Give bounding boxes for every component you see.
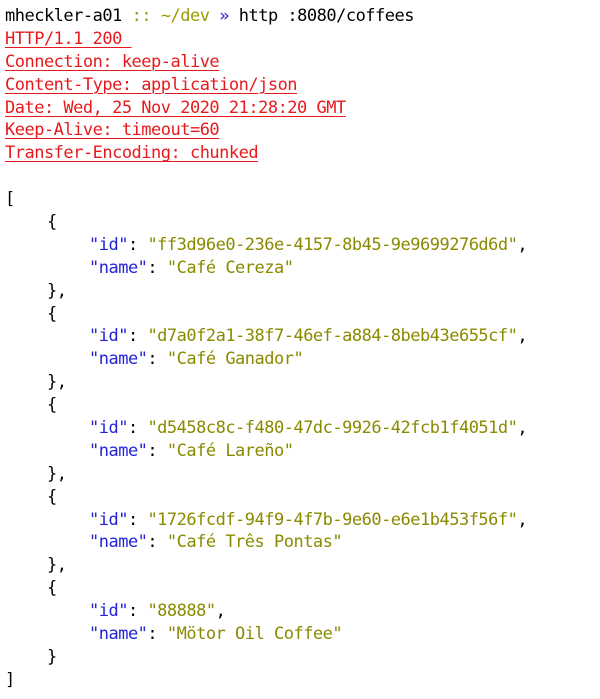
- prompt-line: mheckler-a01 :: ~/dev » http :8080/coffe…: [5, 5, 600, 28]
- json-key-name: "name": [89, 257, 148, 278]
- json-comma: ,: [215, 601, 226, 622]
- json-object-open: {: [47, 212, 57, 233]
- prompt-separator: ::: [131, 6, 152, 26]
- list-item-name-line: "name": "Café Ganador": [5, 348, 600, 371]
- json-key-id: "id": [89, 601, 128, 622]
- json-key-id: "id": [89, 326, 128, 347]
- response-header-transfer-encoding: Transfer-Encoding: chunked: [5, 143, 259, 164]
- coffee-id-value: "ff3d96e0-236e-4157-8b45-9e9699276d6d": [147, 234, 518, 255]
- json-colon: :: [147, 349, 167, 370]
- coffee-id-value: "d7a0f2a1-38f7-46ef-a884-8beb43e655cf": [147, 326, 518, 347]
- coffee-name-value: "Café Ganador": [166, 349, 304, 370]
- json-colon: :: [127, 509, 148, 530]
- coffee-name-value: "Mötor Oil Coffee": [166, 624, 343, 645]
- response-header-date: Date: Wed, 25 Nov 2020 21:28:20 GMT: [5, 97, 346, 118]
- list-item-id-line: "id": "ff3d96e0-236e-4157-8b45-9e9699276…: [5, 234, 600, 257]
- json-key-name: "name": [89, 532, 148, 553]
- list-item-id-line: "id": "d5458c8c-f480-47dc-9926-42fcb1f40…: [5, 417, 600, 440]
- list-item-name-line: "name": "Mötor Oil Coffee": [5, 623, 600, 646]
- json-colon: :: [147, 532, 167, 553]
- coffee-name-value: "Café Três Pontas": [166, 532, 343, 553]
- json-key-id: "id": [89, 509, 128, 530]
- coffee-name-value: "Café Lareño": [166, 440, 294, 461]
- response-header-connection: Connection: keep-alive: [5, 51, 220, 72]
- json-object-open: {: [47, 303, 57, 324]
- coffee-id-value: "1726fcdf-94f9-4f7b-9e60-e6e1b453f56f": [147, 509, 518, 530]
- json-object-close: },: [47, 372, 67, 393]
- prompt-cwd: ~/dev: [160, 6, 210, 26]
- coffee-list: {"id": "ff3d96e0-236e-4157-8b45-9e969927…: [5, 211, 600, 669]
- list-item-name-line: "name": "Café Lareño": [5, 440, 600, 463]
- json-object-close: },: [47, 463, 67, 484]
- list-item-id-line: "id": "88888",: [5, 600, 600, 623]
- json-colon: :: [127, 234, 148, 255]
- prompt-host: mheckler-a01: [5, 6, 122, 26]
- response-status-line: HTTP/1.1 200: [5, 28, 132, 49]
- json-object-open: {: [47, 578, 57, 599]
- json-array-open: [: [5, 189, 15, 210]
- response-header-keep-alive: Keep-Alive: timeout=60: [5, 120, 220, 141]
- json-object-open: {: [47, 395, 57, 416]
- json-object-close: }: [47, 646, 57, 667]
- json-object-close: },: [47, 280, 67, 301]
- prompt-command: http :8080/coffees: [238, 6, 415, 26]
- json-key-id: "id": [89, 418, 128, 439]
- response-header-content-type: Content-Type: application/json: [5, 74, 298, 95]
- json-comma: ,: [517, 234, 528, 255]
- list-item-id-line: "id": "1726fcdf-94f9-4f7b-9e60-e6e1b453f…: [5, 509, 600, 532]
- prompt-arrow-icon: »: [219, 6, 229, 26]
- json-colon: :: [127, 326, 148, 347]
- json-comma: ,: [517, 418, 528, 439]
- json-colon: :: [127, 418, 148, 439]
- json-object-open: {: [47, 486, 57, 507]
- coffee-name-value: "Café Cereza": [166, 257, 294, 278]
- json-colon: :: [147, 624, 167, 645]
- json-colon: :: [147, 257, 167, 278]
- json-object-close: },: [47, 555, 67, 576]
- json-key-name: "name": [89, 624, 148, 645]
- json-colon: :: [127, 601, 148, 622]
- json-array-close: ]: [5, 669, 15, 690]
- list-item-name-line: "name": "Café Três Pontas": [5, 531, 600, 554]
- json-key-name: "name": [89, 440, 148, 461]
- coffee-id-value: "d5458c8c-f480-47dc-9926-42fcb1f4051d": [147, 418, 518, 439]
- json-comma: ,: [517, 509, 528, 530]
- coffee-id-value: "88888": [147, 601, 216, 622]
- json-comma: ,: [517, 326, 528, 347]
- json-key-name: "name": [89, 349, 148, 370]
- list-item-name-line: "name": "Café Cereza": [5, 257, 600, 280]
- list-item-id-line: "id": "d7a0f2a1-38f7-46ef-a884-8beb43e65…: [5, 325, 600, 348]
- terminal-window[interactable]: mheckler-a01 :: ~/dev » http :8080/coffe…: [0, 0, 600, 699]
- json-colon: :: [147, 440, 167, 461]
- json-key-id: "id": [89, 234, 128, 255]
